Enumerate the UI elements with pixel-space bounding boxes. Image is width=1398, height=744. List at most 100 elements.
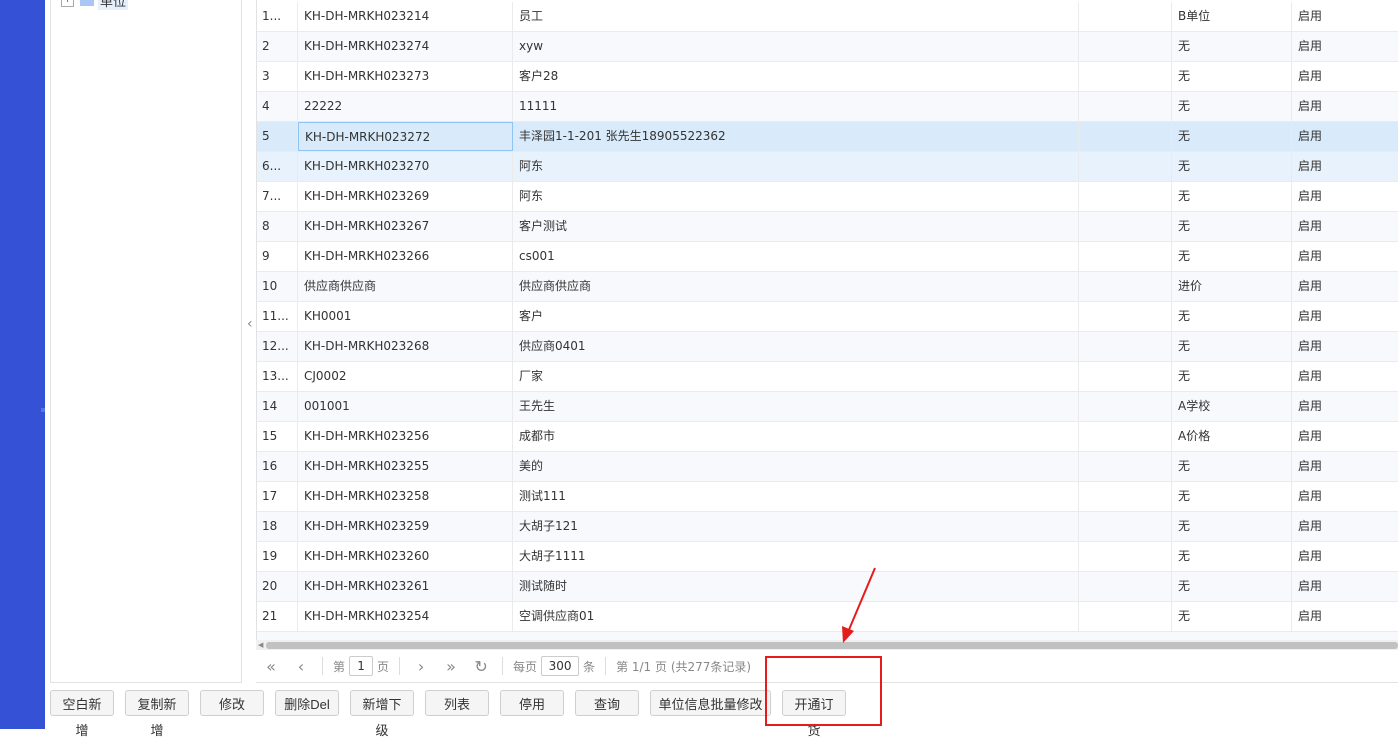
price-type-cell[interactable]: 无 (1172, 542, 1292, 571)
code-cell[interactable]: KH-DH-MRKH023269 (298, 182, 513, 211)
name-cell[interactable]: 美的 (513, 452, 1079, 481)
table-row[interactable]: 2 KH-DH-MRKH023274 xyw 无启用 (257, 32, 1398, 62)
status-cell[interactable]: 启用 (1292, 212, 1398, 241)
extra-cell[interactable] (1079, 302, 1172, 331)
table-row[interactable]: 1... KH-DH-MRKH023214 员工 B单位 启用 (257, 2, 1398, 32)
name-cell[interactable]: 测试111 (513, 482, 1079, 511)
row-index-cell[interactable]: 5 (257, 122, 298, 151)
price-type-cell[interactable]: 无 (1172, 512, 1292, 541)
blank-new-button[interactable]: 空白新增 (50, 690, 114, 738)
table-row[interactable]: 15 KH-DH-MRKH023256 成都市 A价格 启用 (257, 422, 1398, 452)
add-child-button[interactable]: 新增下级 (350, 690, 414, 738)
code-cell[interactable]: KH-DH-MRKH023273 (298, 62, 513, 91)
refresh-icon[interactable]: ↻ (470, 657, 492, 676)
name-cell[interactable]: 客户28 (513, 62, 1079, 91)
row-index-cell[interactable]: 14 (257, 392, 298, 421)
status-cell[interactable]: 启用 (1292, 62, 1398, 91)
extra-cell[interactable] (1079, 32, 1172, 61)
batch-edit-button[interactable]: 单位信息批量修改 (650, 690, 771, 716)
row-index-cell[interactable]: 17 (257, 482, 298, 511)
prev-page-icon[interactable]: ‹ (290, 657, 312, 676)
status-cell[interactable]: 启用 (1292, 542, 1398, 571)
extra-cell[interactable] (1079, 602, 1172, 631)
expand-toggle-icon[interactable]: + (61, 0, 74, 7)
table-row[interactable]: 12... KH-DH-MRKH023268 供应商0401 无启用 (257, 332, 1398, 362)
extra-cell[interactable] (1079, 332, 1172, 361)
row-index-cell[interactable]: 11... (257, 302, 298, 331)
table-row[interactable]: 5 KH-DH-MRKH023272 丰泽园1-1-201 张先生189055223… (257, 122, 1398, 152)
table-row[interactable]: 17 KH-DH-MRKH023258 测试111 无启用 (257, 482, 1398, 512)
extra-cell[interactable] (1079, 182, 1172, 211)
status-cell[interactable]: 启用 (1292, 302, 1398, 331)
price-type-cell[interactable]: 无 (1172, 182, 1292, 211)
extra-cell[interactable] (1079, 452, 1172, 481)
copy-new-button[interactable]: 复制新增 (125, 690, 189, 738)
name-cell[interactable]: 员工 (513, 2, 1079, 31)
extra-cell[interactable] (1079, 542, 1172, 571)
code-cell[interactable]: KH-DH-MRKH023268 (298, 332, 513, 361)
status-cell[interactable]: 启用 (1292, 482, 1398, 511)
name-cell[interactable]: 大胡子1111 (513, 542, 1079, 571)
status-cell[interactable]: 启用 (1292, 392, 1398, 421)
extra-cell[interactable] (1079, 122, 1172, 151)
name-cell[interactable]: 成都市 (513, 422, 1079, 451)
row-index-cell[interactable]: 1... (257, 2, 298, 31)
code-cell[interactable]: KH-DH-MRKH023260 (298, 542, 513, 571)
table-row[interactable]: 18 KH-DH-MRKH023259 大胡子121 无启用 (257, 512, 1398, 542)
name-cell[interactable]: 丰泽园1-1-201 张先生18905522362 (513, 122, 1079, 151)
code-cell[interactable]: KH-DH-MRKH023274 (298, 32, 513, 61)
scrollbar-thumb[interactable] (266, 642, 1398, 649)
status-cell[interactable]: 启用 (1292, 572, 1398, 601)
row-index-cell[interactable]: 20 (257, 572, 298, 601)
list-button[interactable]: 列表 (425, 690, 489, 716)
price-type-cell[interactable]: A价格 (1172, 422, 1292, 451)
status-cell[interactable]: 启用 (1292, 602, 1398, 631)
status-cell[interactable]: 启用 (1292, 152, 1398, 181)
extra-cell[interactable] (1079, 392, 1172, 421)
row-index-cell[interactable]: 2 (257, 32, 298, 61)
name-cell[interactable]: 厂家 (513, 362, 1079, 391)
table-row[interactable]: 4 22222 11111 无启用 (257, 92, 1398, 122)
name-cell[interactable]: cs001 (513, 242, 1079, 271)
page-number-input[interactable]: 1 (349, 656, 374, 676)
price-type-cell[interactable]: 无 (1172, 452, 1292, 481)
table-row[interactable]: 19 KH-DH-MRKH023260 大胡子1111 无启用 (257, 542, 1398, 572)
status-cell[interactable]: 启用 (1292, 122, 1398, 151)
price-type-cell[interactable]: 无 (1172, 62, 1292, 91)
row-index-cell[interactable]: 18 (257, 512, 298, 541)
table-row[interactable]: 21 KH-DH-MRKH023254 空调供应商01 无启用 (257, 602, 1398, 632)
name-cell[interactable]: 11111 (513, 92, 1079, 121)
tree-node-label[interactable]: 单位 (98, 0, 129, 10)
code-cell[interactable]: KH-DH-MRKH023255 (298, 452, 513, 481)
row-index-cell[interactable]: 21 (257, 602, 298, 631)
extra-cell[interactable] (1079, 242, 1172, 271)
table-row[interactable]: 11... KH0001 客户 无启用 (257, 302, 1398, 332)
status-cell[interactable]: 启用 (1292, 512, 1398, 541)
row-index-cell[interactable]: 15 (257, 422, 298, 451)
status-cell[interactable]: 启用 (1292, 272, 1398, 301)
name-cell[interactable]: 空调供应商01 (513, 602, 1079, 631)
extra-cell[interactable] (1079, 152, 1172, 181)
code-cell[interactable]: KH-DH-MRKH023266 (298, 242, 513, 271)
status-cell[interactable]: 启用 (1292, 422, 1398, 451)
row-index-cell[interactable]: 6... (257, 152, 298, 181)
extra-cell[interactable] (1079, 482, 1172, 511)
code-cell[interactable]: KH-DH-MRKH023267 (298, 212, 513, 241)
name-cell[interactable]: 供应商0401 (513, 332, 1079, 361)
extra-cell[interactable] (1079, 2, 1172, 31)
table-row[interactable]: 9 KH-DH-MRKH023266 cs001 无启用 (257, 242, 1398, 272)
next-page-icon[interactable]: › (410, 657, 432, 676)
row-index-cell[interactable]: 8 (257, 212, 298, 241)
code-cell[interactable]: CJ0002 (298, 362, 513, 391)
price-type-cell[interactable]: 无 (1172, 362, 1292, 391)
price-type-cell[interactable]: 无 (1172, 482, 1292, 511)
code-cell[interactable]: 供应商供应商 (298, 272, 513, 301)
table-row[interactable]: 13... CJ0002 厂家 无启用 (257, 362, 1398, 392)
name-cell[interactable]: 测试随时 (513, 572, 1079, 601)
per-page-select[interactable]: 300 (541, 656, 580, 676)
price-type-cell[interactable]: 无 (1172, 602, 1292, 631)
row-index-cell[interactable]: 10 (257, 272, 298, 301)
disable-button[interactable]: 停用 (500, 690, 564, 716)
status-cell[interactable]: 启用 (1292, 452, 1398, 481)
price-type-cell[interactable]: 无 (1172, 152, 1292, 181)
